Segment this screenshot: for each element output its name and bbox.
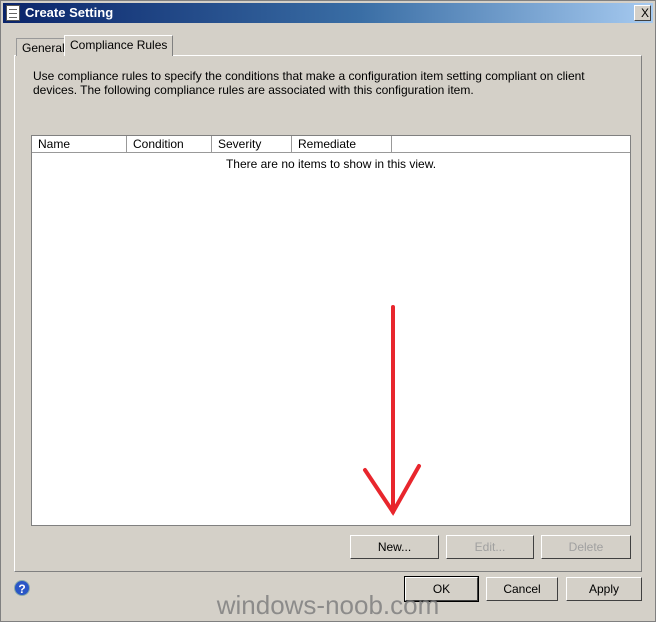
tab-compliance-rules[interactable]: Compliance Rules: [64, 35, 174, 56]
arrow-down-icon: [363, 305, 421, 516]
